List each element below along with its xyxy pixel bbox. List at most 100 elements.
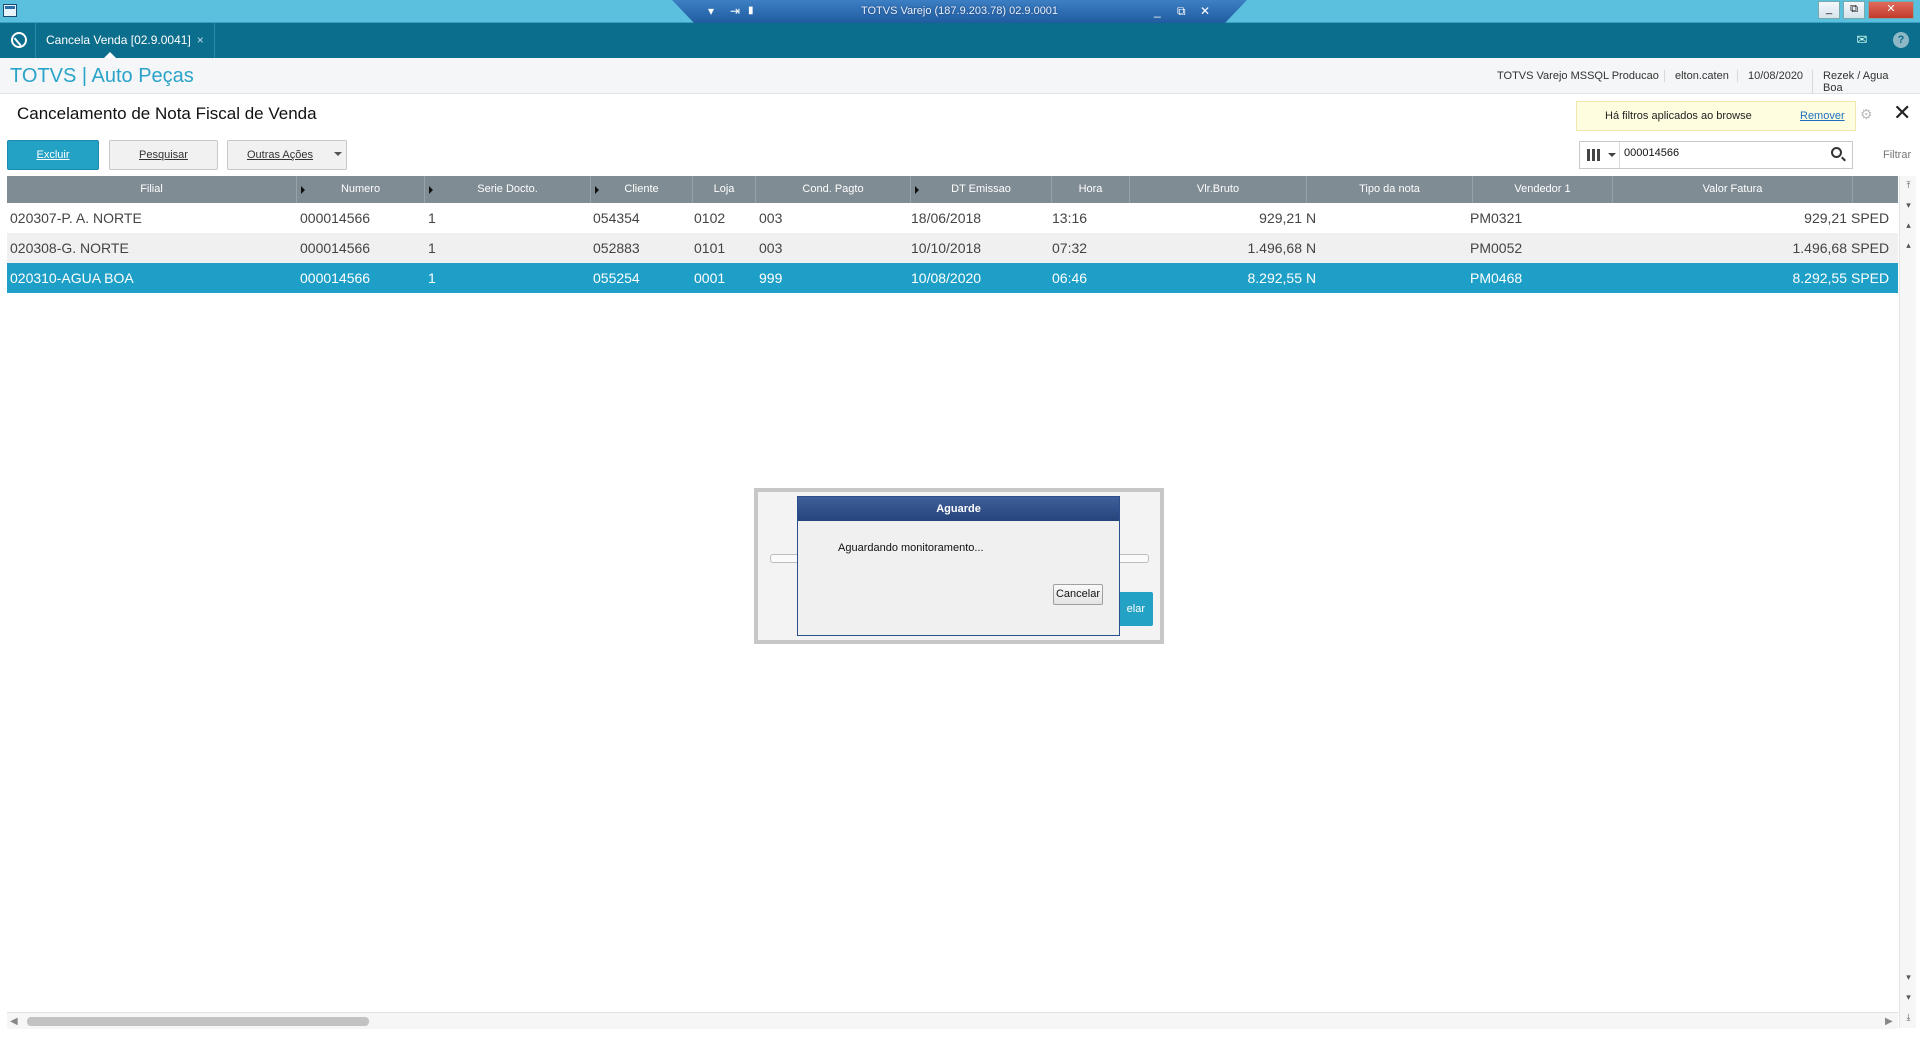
- cell-serie: 1: [428, 210, 436, 226]
- scroll-bottom-icon[interactable]: ⤓: [1903, 1012, 1914, 1022]
- tab-cancela-venda[interactable]: Cancela Venda [02.9.0041] ×: [35, 23, 215, 58]
- col-cliente-label: Cliente: [624, 183, 659, 195]
- table-row[interactable]: 020308-G. NORTE 000014566 1 052883 0101 …: [7, 233, 1898, 263]
- remove-filter-link[interactable]: Remover: [1800, 110, 1845, 122]
- filter-banner: Há filtros aplicados ao browse Remover: [1576, 101, 1856, 131]
- cell-hora: 07:32: [1052, 240, 1088, 256]
- cell-cliente: 052883: [593, 240, 640, 256]
- info-bar: TOTVS | Auto Peças TOTVS Varejo MSSQL Pr…: [0, 58, 1920, 94]
- filtrar-link[interactable]: Filtrar: [1883, 149, 1911, 161]
- col-dt-emissao-label: DT Emissao: [951, 183, 1011, 195]
- scroll-down-icon[interactable]: ▾: [1903, 972, 1914, 982]
- scroll-down-icon[interactable]: ▾: [1903, 200, 1914, 210]
- cell-hora: 06:46: [1052, 270, 1088, 286]
- col-filial[interactable]: Filial: [7, 176, 297, 203]
- scroll-left-icon[interactable]: ◀: [10, 1016, 18, 1027]
- columns-icon: [1587, 149, 1600, 161]
- col-cliente[interactable]: Cliente: [591, 176, 693, 203]
- scroll-down-icon[interactable]: ▾: [1903, 992, 1914, 1002]
- cell-bruto: 929,21: [1259, 210, 1302, 226]
- cell-vendedor: PM0321: [1470, 210, 1523, 226]
- table-row[interactable]: 020307-P. A. NORTE 000014566 1 054354 01…: [7, 203, 1898, 233]
- outras-acoes-button[interactable]: Outras Ações: [227, 140, 347, 170]
- cell-bruto: 8.292,55: [1247, 270, 1303, 286]
- cell-cond: 999: [759, 270, 783, 286]
- col-hora[interactable]: Hora: [1052, 176, 1130, 203]
- app-tabbar: Cancela Venda [02.9.0041] × ✉ ?: [0, 23, 1920, 58]
- cell-bruto: 1.496,68: [1247, 240, 1303, 256]
- cell-especie: SPED: [1851, 210, 1890, 226]
- sort-icon: [595, 186, 603, 194]
- page-title: Cancelamento de Nota Fiscal de Venda: [17, 104, 317, 123]
- col-cond-pagto[interactable]: Cond. Pagto: [756, 176, 911, 203]
- search-icon[interactable]: [1831, 147, 1842, 158]
- cell-serie: 1: [428, 240, 436, 256]
- cell-fatura: 8.292,55: [1792, 270, 1848, 286]
- cancel-button[interactable]: Cancelar: [1053, 584, 1103, 605]
- cell-tipo: N: [1306, 240, 1317, 256]
- col-loja[interactable]: Loja: [693, 176, 756, 203]
- rdp-restore-icon[interactable]: ⧉: [1177, 3, 1186, 19]
- col-serie[interactable]: Serie Docto.: [425, 176, 591, 203]
- restore-button[interactable]: ⧉: [1843, 1, 1865, 19]
- col-dt-emissao[interactable]: DT Emissao: [911, 176, 1052, 203]
- minimize-button[interactable]: _: [1818, 1, 1840, 19]
- close-button[interactable]: ✕: [1868, 1, 1914, 19]
- cell-loja: 0102: [694, 210, 726, 226]
- chevron-down-icon: [334, 152, 342, 160]
- col-tipo-nota[interactable]: Tipo da nota: [1307, 176, 1473, 203]
- cell-fatura: 1.496,68: [1792, 240, 1848, 256]
- cell-especie: SPED: [1851, 270, 1890, 286]
- table-row-selected[interactable]: 020310-AGUA BOA 000014566 1 055254 0001 …: [7, 263, 1898, 293]
- sort-icon: [429, 186, 437, 194]
- col-vlr-bruto[interactable]: Vlr.Bruto: [1130, 176, 1307, 203]
- search-input[interactable]: [1624, 147, 1814, 159]
- scroll-up-icon[interactable]: ▴: [1903, 220, 1914, 230]
- col-especie[interactable]: [1853, 176, 1898, 203]
- scroll-thumb[interactable]: [27, 1017, 369, 1026]
- cell-serie: 1: [428, 270, 436, 286]
- help-icon[interactable]: ?: [1893, 32, 1909, 48]
- rdp-connection-bar: ▾ ⇥ ▮ TOTVS Varejo (187.9.203.78) 02.9.0…: [672, 0, 1247, 24]
- scroll-up-icon[interactable]: ▴: [1903, 240, 1914, 250]
- horizontal-scrollbar[interactable]: ◀ ▶: [7, 1012, 1898, 1029]
- cell-loja: 0101: [694, 240, 726, 256]
- cell-cliente: 055254: [593, 270, 640, 286]
- cell-cond: 003: [759, 240, 783, 256]
- mail-icon[interactable]: ✉: [1854, 32, 1870, 48]
- col-vendedor[interactable]: Vendedor 1: [1473, 176, 1613, 203]
- cell-tipo: N: [1306, 270, 1317, 286]
- cell-dt: 18/06/2018: [911, 210, 982, 226]
- date-label: 10/08/2020: [1737, 70, 1813, 82]
- close-page-icon[interactable]: ✕: [1893, 102, 1911, 124]
- outras-acoes-label: Outras Ações: [246, 149, 314, 161]
- pesquisar-button[interactable]: Pesquisar: [109, 140, 218, 170]
- col-numero[interactable]: Numero: [297, 176, 425, 203]
- tab-close-icon[interactable]: ×: [197, 33, 204, 47]
- cell-filial: 020308-G. NORTE: [10, 240, 129, 256]
- rdp-close-icon[interactable]: ✕: [1200, 3, 1210, 19]
- cell-cliente: 054354: [593, 210, 640, 226]
- scroll-right-icon[interactable]: ▶: [1885, 1016, 1893, 1027]
- cell-loja: 0001: [694, 270, 726, 286]
- excluir-button[interactable]: Excluir: [7, 140, 99, 170]
- col-serie-label: Serie Docto.: [477, 183, 538, 195]
- cell-filial: 020310-AGUA BOA: [10, 270, 134, 286]
- scroll-top-icon[interactable]: ⤒: [1903, 180, 1914, 190]
- totvs-logo-icon[interactable]: [11, 32, 27, 48]
- cell-fatura: 929,21: [1804, 210, 1847, 226]
- col-valor-fatura[interactable]: Valor Fatura: [1613, 176, 1853, 203]
- cell-numero: 000014566: [300, 240, 371, 256]
- sort-icon: [915, 186, 923, 194]
- vertical-scrollbar[interactable]: ⤒ ▾ ▴ ▴ ▾ ▾ ⤓: [1899, 176, 1916, 1028]
- column-selector[interactable]: [1580, 142, 1620, 168]
- user-label: elton.caten: [1664, 70, 1739, 82]
- search-box: [1579, 141, 1853, 169]
- rdp-minimize-icon[interactable]: _: [1154, 3, 1161, 19]
- col-numero-label: Numero: [340, 183, 381, 195]
- cell-vendedor: PM0052: [1470, 240, 1523, 256]
- cell-cond: 003: [759, 210, 783, 226]
- gear-icon[interactable]: ⚙: [1860, 106, 1876, 122]
- remote-titlebar: ▾ ⇥ ▮ TOTVS Varejo (187.9.203.78) 02.9.0…: [0, 0, 1920, 24]
- tab-label: Cancela Venda [02.9.0041]: [46, 33, 191, 47]
